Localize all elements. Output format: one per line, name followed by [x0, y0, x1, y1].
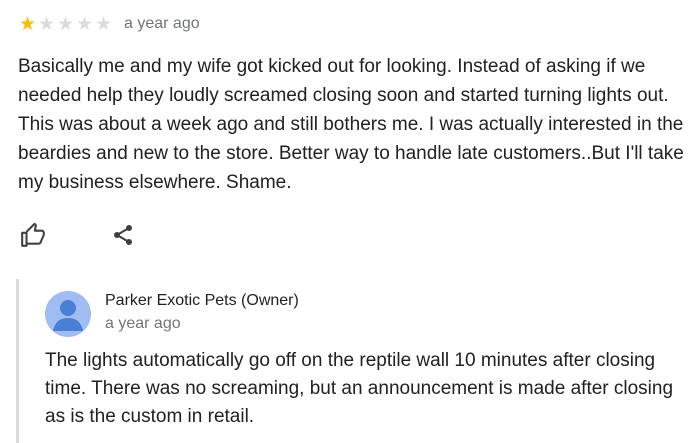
like-button[interactable]: [18, 220, 48, 250]
star-icon: ★: [18, 13, 37, 35]
review-text-line: Basically me and my wife got kicked out …: [18, 56, 646, 77]
review-meta: ★ ★ ★ ★ ★ a year ago: [18, 13, 200, 35]
reply-text: The lights automatically go off on the r…: [45, 347, 700, 431]
review-text-line: beardies and new to the store. Better wa…: [18, 143, 684, 164]
star-icon: ★: [37, 13, 56, 35]
owner-name: Parker Exotic Pets (Owner): [105, 292, 299, 309]
review-time: a year ago: [124, 15, 200, 32]
star-rating: ★ ★ ★ ★ ★: [18, 13, 113, 35]
review-text-line: my business elsewhere. Shame.: [18, 172, 292, 193]
owner-reply: Parker Exotic Pets (Owner) a year ago Th…: [16, 279, 700, 443]
reply-text-line: as is the custom in retail.: [45, 406, 255, 427]
review-actions: [18, 220, 138, 250]
review-text: Basically me and my wife got kicked out …: [18, 52, 700, 197]
thumbs-up-icon: [21, 222, 45, 247]
person-icon: [53, 300, 83, 331]
reply-time: a year ago: [105, 315, 181, 332]
star-icon: ★: [94, 13, 113, 35]
avatar: [45, 291, 91, 337]
reply-text-line: The lights automatically go off on the r…: [45, 350, 656, 371]
share-button[interactable]: [108, 220, 138, 250]
share-icon: [114, 225, 132, 245]
review-text-line: This was about a week ago and still both…: [18, 114, 684, 135]
reply-text-line: time. There was no screaming, but an ann…: [45, 378, 674, 399]
review-text-line: needed help they loudly screamed closing…: [18, 85, 669, 106]
star-icon: ★: [56, 13, 75, 35]
star-icon: ★: [75, 13, 94, 35]
